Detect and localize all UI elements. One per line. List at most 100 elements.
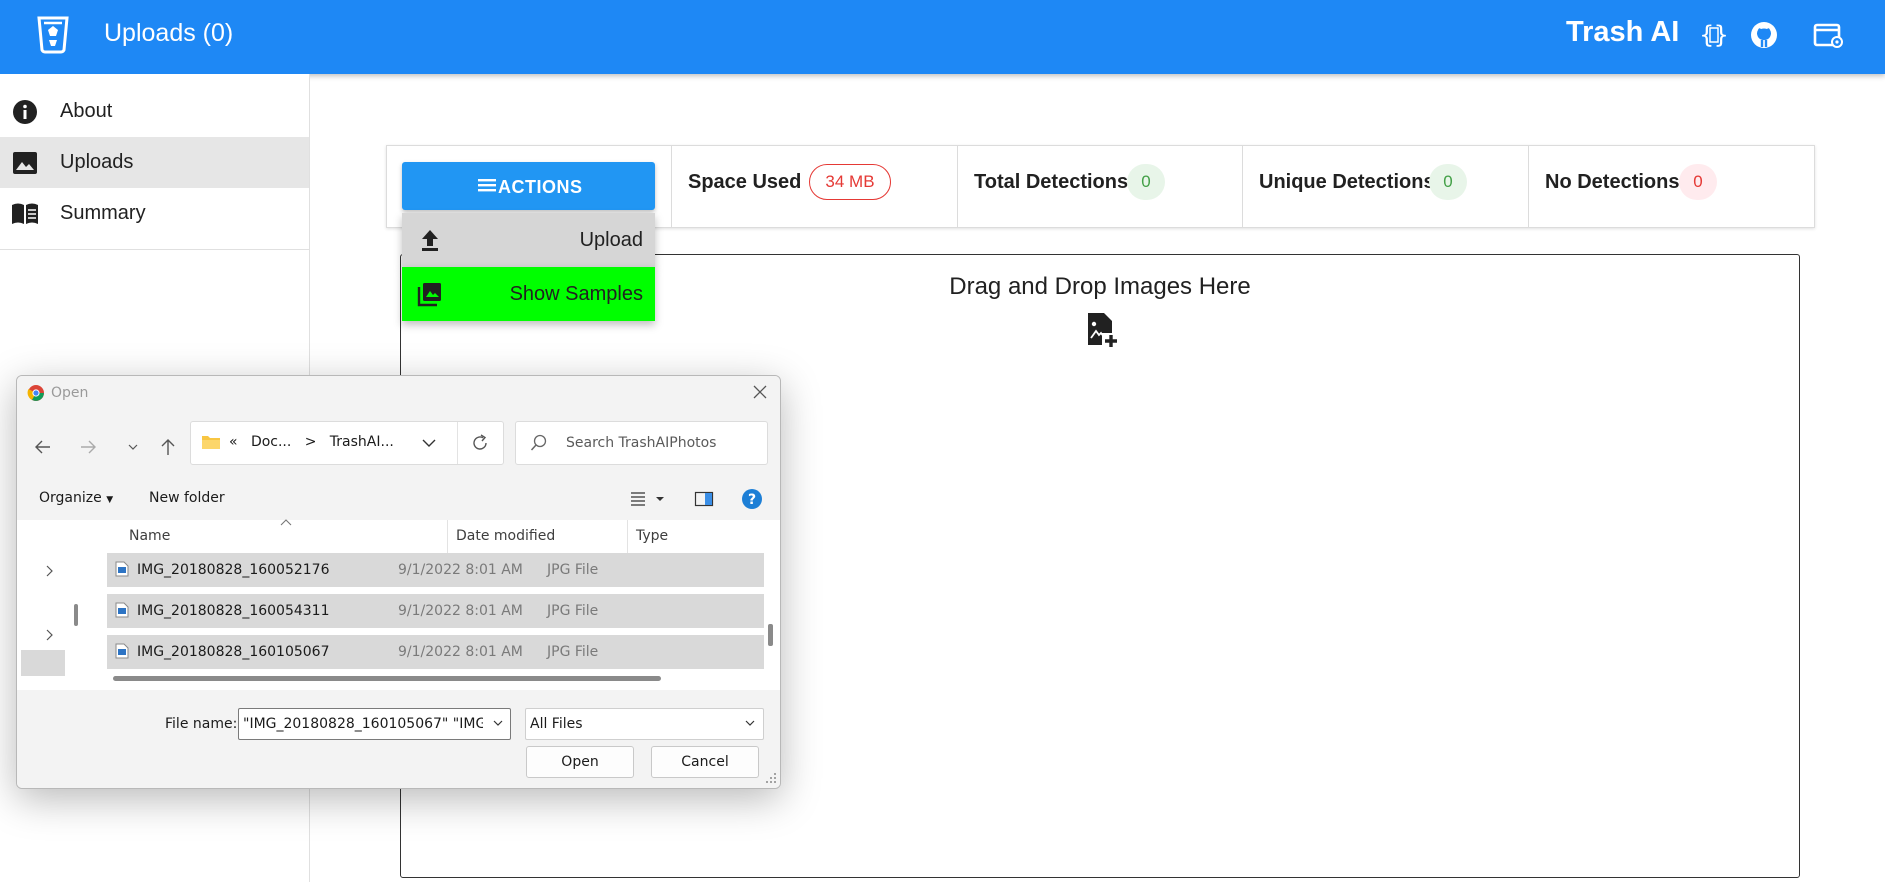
menu-item-label: Upload [579,229,643,251]
up-arrow-icon[interactable] [157,436,179,458]
new-folder-button[interactable]: New folder [149,490,225,506]
divider [627,520,628,554]
total-detections-label: Total Detections [974,171,1129,193]
api-braces-icon[interactable]: {} [1697,18,1731,52]
chevron-right-icon[interactable] [43,628,55,642]
sidebar-item-label: Summary [60,202,146,224]
sort-ascending-icon [280,519,292,526]
sidebar-item-uploads[interactable]: Uploads [0,137,309,188]
sidebar-divider [0,249,309,250]
photo-library-icon [417,283,441,307]
divider [447,520,448,554]
nav-scrollbar[interactable] [74,604,78,626]
dialog-footer: File name: "IMG_20180828_160105067" "IMG… [17,690,780,788]
dialog-title: Open [51,385,89,401]
space-used-badge: 34 MB [809,164,891,200]
file-date: 9/1/2022 8:01 AM [398,603,523,619]
space-used-label: Space Used [688,171,802,193]
preview-pane-icon[interactable] [694,490,714,508]
file-row[interactable]: IMG_20180828_160105067 9/1/2022 8:01 AM … [107,635,764,669]
recent-dropdown-icon[interactable] [127,436,139,458]
refresh-icon[interactable] [469,432,491,454]
menu-icon [478,179,496,192]
caret-down-icon: ▼ [106,495,114,505]
view-options-icon[interactable] [629,490,669,508]
image-icon [13,152,37,174]
breadcrumb-item[interactable]: Doc... [251,434,291,450]
sidebar-item-about[interactable]: About [0,86,309,137]
resize-grip-icon[interactable] [765,772,777,784]
file-type-filter[interactable]: All Files [525,708,764,740]
chevron-down-icon[interactable] [421,436,437,450]
breadcrumb-separator: > [304,434,317,450]
file-row[interactable]: IMG_20180828_160054311 9/1/2022 8:01 AM … [107,594,764,628]
add-image-icon [1088,313,1117,347]
folder-icon [202,436,220,449]
file-date: 9/1/2022 8:01 AM [398,562,523,578]
unique-detections-label: Unique Detections [1259,171,1435,193]
divider [957,146,958,227]
actions-button-label: ACTIONS [498,177,583,197]
search-placeholder: Search TrashAIPhotos [566,435,717,451]
file-row[interactable]: IMG_20180828_160052176 9/1/2022 8:01 AM … [107,553,764,587]
column-header-type[interactable]: Type [636,528,668,544]
settings-window-icon[interactable] [1811,18,1845,52]
file-name: IMG_20180828_160054311 [137,603,330,619]
file-name-value: "IMG_20180828_160105067" "IMG_20 [243,716,483,732]
help-icon[interactable]: ? [741,488,763,510]
file-name-label: File name: [165,716,238,732]
dialog-titlebar[interactable]: Open [17,376,780,410]
sidebar-item-label: About [60,100,113,122]
close-icon[interactable] [751,383,769,401]
chevron-right-icon[interactable] [43,564,55,578]
vertical-scrollbar[interactable] [768,624,773,646]
breadcrumb-overflow[interactable]: « [229,434,238,450]
nav-tree-item-selected[interactable] [21,650,65,676]
organize-label: Organize [39,490,102,506]
search-icon [530,434,547,451]
divider [457,422,458,464]
chrome-icon [27,385,44,401]
cancel-button[interactable]: Cancel [651,746,759,778]
file-type: JPG File [547,644,599,660]
menu-item-upload[interactable]: Upload [402,213,655,267]
menu-item-show-samples[interactable]: Show Samples [402,267,655,321]
file-name-field[interactable]: "IMG_20180828_160105067" "IMG_20 [238,708,511,740]
page-title: Uploads (0) [104,19,234,47]
breadcrumb-item[interactable]: TrashAI... [330,434,394,450]
column-header-date[interactable]: Date modified [456,528,555,544]
trash-logo-icon[interactable] [36,16,70,54]
column-header-name[interactable]: Name [129,528,170,544]
chevron-down-icon[interactable] [492,718,504,728]
file-type: JPG File [547,562,599,578]
file-date: 9/1/2022 8:01 AM [398,644,523,660]
open-file-dialog: Open « Doc... > TrashAI... Search TrashA… [16,375,781,789]
jpg-file-icon [115,561,129,577]
organize-button[interactable]: Organize ▼ [39,490,113,506]
breadcrumb: « Doc... > TrashAI... [229,434,394,450]
forward-arrow-icon[interactable] [77,436,99,458]
address-bar[interactable]: « Doc... > TrashAI... [190,421,504,465]
sidebar-item-summary[interactable]: Summary [0,188,309,239]
no-detections-badge: 0 [1679,164,1717,200]
divider [1242,146,1243,227]
chevron-down-icon [745,720,755,726]
menu-item-label: Show Samples [509,283,643,305]
navigation-pane [17,520,90,690]
divider [1528,146,1529,227]
horizontal-scrollbar[interactable] [113,676,661,681]
actions-button[interactable]: ACTIONS [402,162,655,210]
open-button[interactable]: Open [526,746,634,778]
file-list: Name Date modified Type IMG_20180828_160… [90,519,780,690]
book-icon [12,203,38,224]
github-icon[interactable] [1747,18,1781,52]
divider [671,146,672,227]
unique-detections-badge: 0 [1429,164,1467,200]
back-arrow-icon[interactable] [32,436,54,458]
command-bar: Organize ▼ New folder ? [17,478,780,520]
file-name: IMG_20180828_160052176 [137,562,330,578]
svg-text:{}: {} [1700,21,1729,49]
search-input[interactable]: Search TrashAIPhotos [515,421,768,465]
app-bar: Uploads (0) Trash AI {} [0,0,1885,74]
file-name: IMG_20180828_160105067 [137,644,330,660]
